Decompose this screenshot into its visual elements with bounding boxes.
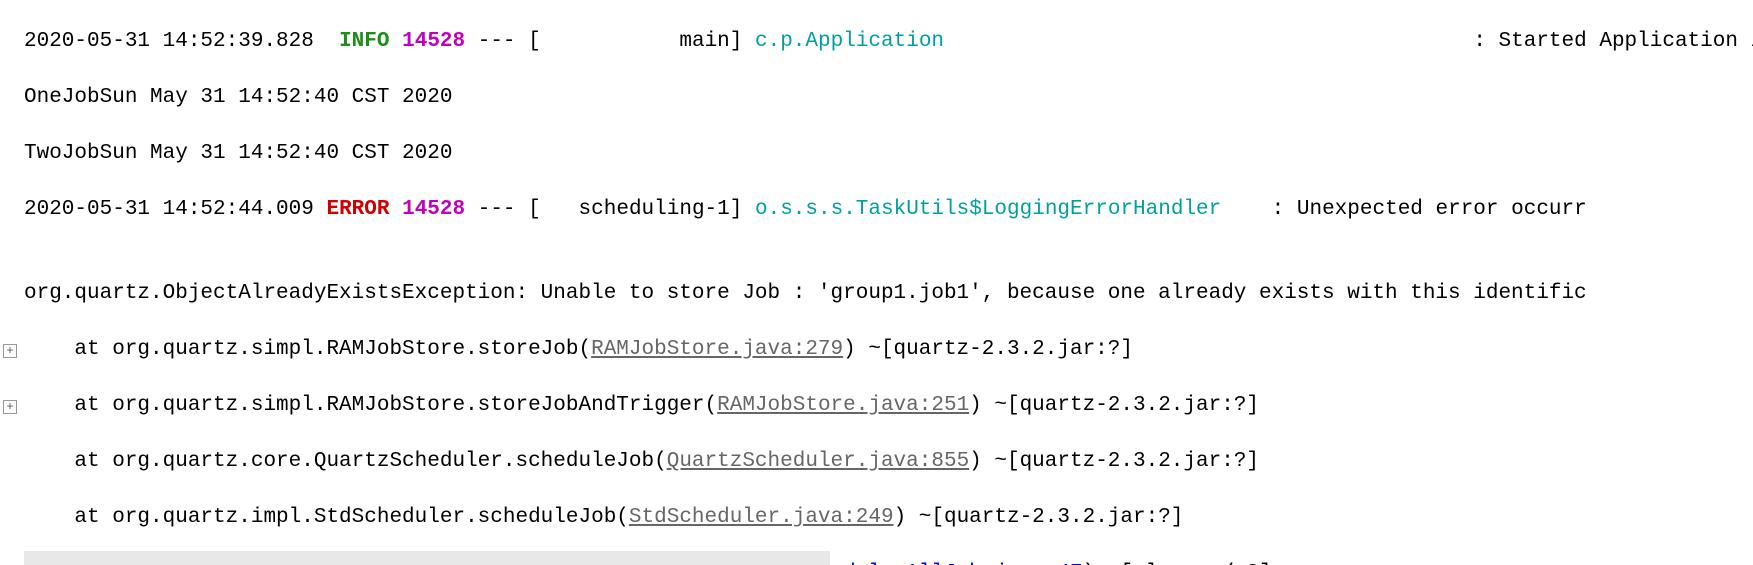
source-link[interactable]: RAMJobStore.java:279 <box>591 338 843 361</box>
pid: 14528 <box>402 30 465 53</box>
log-line: OneJobSun May 31 14:52:40 CST 2020 <box>24 84 1753 112</box>
stack-text: ) ~[quartz-2.3.2.jar:?] <box>969 394 1259 417</box>
stack-frame: at org.quartz.simpl.RAMJobStore.storeJob… <box>24 392 1753 420</box>
stack-text: ) ~[quartz-2.3.2.jar:?] <box>843 338 1133 361</box>
stack-text: ) ~[quartz-2.3.2.jar:?] <box>894 506 1184 529</box>
thread-name: main] <box>541 30 755 53</box>
separator: --- [ <box>465 30 541 53</box>
log-line: 2020-05-31 14:52:39.828 INFO 14528 --- [… <box>24 28 1753 56</box>
stack-text: at org.quartz.core.QuartzScheduler.sched… <box>24 450 667 473</box>
stack-frame: at org.quartz.core.QuartzScheduler.sched… <box>24 448 1753 476</box>
logger-name: c.p.Application <box>755 30 944 53</box>
log-level-info: INFO <box>339 30 389 53</box>
stack-text: at org.quartz.simpl.RAMJobStore.storeJob… <box>24 338 591 361</box>
timestamp: 2020-05-31 14:52:44.009 <box>24 198 314 221</box>
logger-name: o.s.s.s.TaskUtils$LoggingErrorHandler <box>755 198 1221 221</box>
fold-toggle-icon[interactable]: + <box>3 400 17 414</box>
separator: --- [ <box>465 198 541 221</box>
log-line: TwoJobSun May 31 14:52:40 CST 2020 <box>24 140 1753 168</box>
fold-toggle-icon[interactable]: + <box>3 344 17 358</box>
console-output: 2020-05-31 14:52:39.828 INFO 14528 --- [… <box>0 0 1753 565</box>
thread-name: scheduling-1] <box>541 198 755 221</box>
source-link[interactable]: QuartzScheduler.java:855 <box>667 450 969 473</box>
stack-text: at org.quartz.simpl.RAMJobStore.storeJob… <box>24 394 717 417</box>
timestamp: 2020-05-31 14:52:39.828 <box>24 30 314 53</box>
stack-text: at org.quartz.impl.StdScheduler.schedule… <box>24 506 629 529</box>
log-level-error: ERROR <box>326 198 389 221</box>
log-message: : Unexpected error occurr <box>1221 198 1586 221</box>
log-line: 2020-05-31 14:52:44.009 ERROR 14528 --- … <box>24 196 1753 224</box>
exception-header: org.quartz.ObjectAlreadyExistsException:… <box>24 280 1753 308</box>
stack-text: ) ~[quartz-2.3.2.jar:?] <box>969 450 1259 473</box>
horizontal-scrollbar[interactable] <box>24 551 830 565</box>
stack-frame: at org.quartz.impl.StdScheduler.schedule… <box>24 504 1753 532</box>
pid: 14528 <box>402 198 465 221</box>
log-message: : Started Application in <box>944 30 1753 53</box>
source-link[interactable]: StdScheduler.java:249 <box>629 506 894 529</box>
source-link[interactable]: RAMJobStore.java:251 <box>717 394 969 417</box>
stack-frame: at org.quartz.simpl.RAMJobStore.storeJob… <box>24 336 1753 364</box>
